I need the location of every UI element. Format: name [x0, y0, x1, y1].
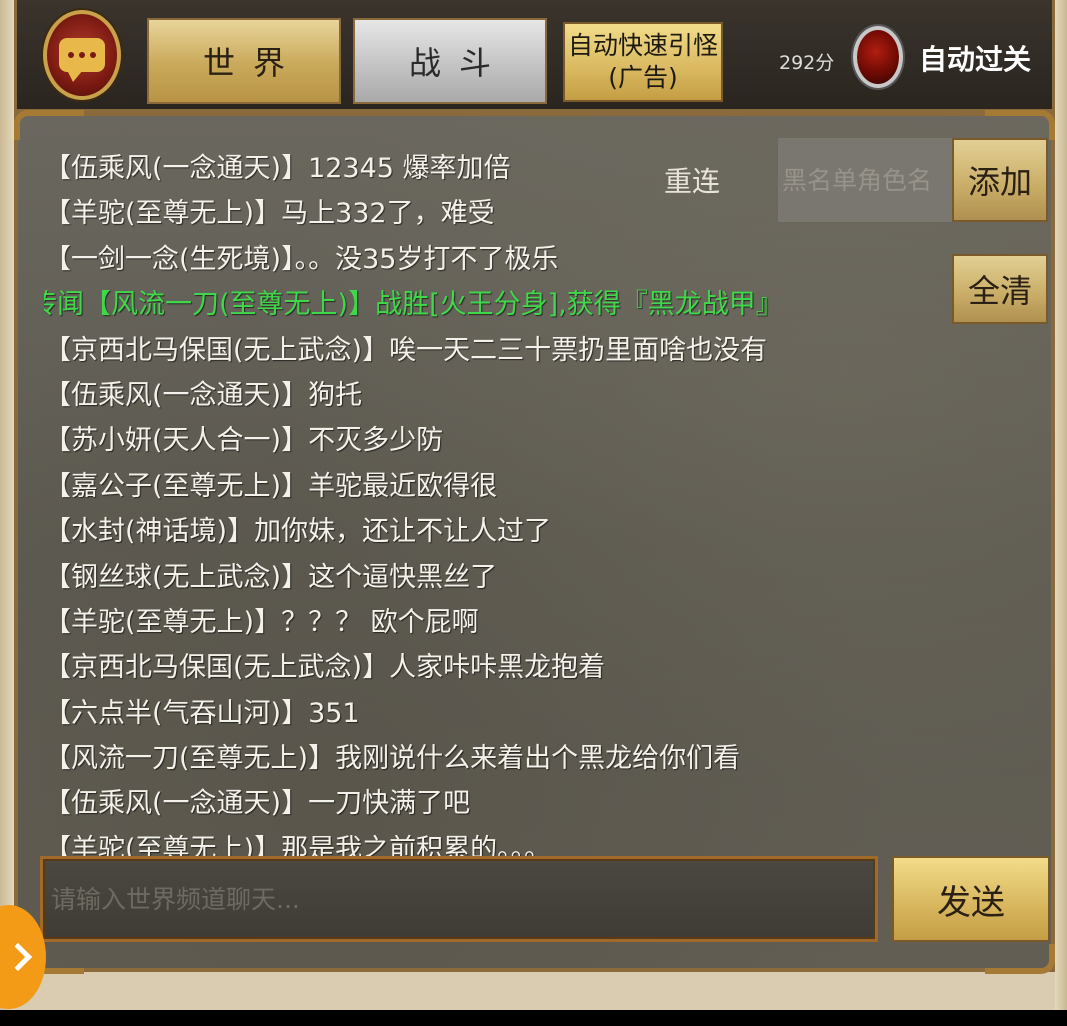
chat-bubble-glyph — [59, 38, 105, 82]
auto-lure-label: 自动快速引怪 — [567, 31, 718, 60]
auto-pass-label[interactable]: 自动过关 — [919, 38, 1031, 78]
system-message: 传闻【风流一刀(至尊无上)】战胜[火王分身],获得『黑龙战甲』 — [44, 289, 783, 321]
frame-left-edge — [0, 0, 14, 1010]
red-record-button-icon[interactable] — [853, 26, 903, 88]
chat-message: 【羊驼(至尊无上)】？？？ 欧个屁啊 — [44, 606, 479, 638]
score-value: 292分 — [779, 52, 835, 74]
tab-battle[interactable]: 战斗 — [353, 18, 547, 104]
send-button[interactable]: 发送 — [892, 856, 1050, 942]
chat-message: 【一剑一念(生死境)】。。没35岁打不了极乐 — [44, 243, 559, 275]
chat-message: 【水封(神话境)】加你妹，还让不让人过了 — [44, 516, 552, 548]
bottom-bar — [0, 1010, 1067, 1026]
chevron-right-icon — [3, 942, 33, 972]
chat-bubble-icon[interactable] — [43, 10, 121, 100]
frame-right-edge — [1055, 0, 1067, 1010]
corner-ornament — [985, 944, 1055, 974]
channel-bar: 世界 战斗 自动快速引怪 (广告) 292分 自动过关 — [14, 0, 1055, 112]
reconnect-button[interactable]: 重连 — [664, 160, 720, 200]
chat-message: 【伍乘风(一念通天)】狗托 — [44, 379, 363, 411]
game-frame: 世界 战斗 自动快速引怪 (广告) 292分 自动过关 【伍乘风(一念通天)】1… — [0, 0, 1067, 1010]
auto-lure-ad-button[interactable]: 自动快速引怪 (广告) — [563, 22, 723, 102]
corner-ornament — [14, 110, 84, 140]
clear-all-button[interactable]: 全清 — [952, 254, 1048, 324]
blacklist-name-input[interactable] — [778, 138, 952, 222]
tab-world[interactable]: 世界 — [147, 18, 341, 104]
blacklist-add-button[interactable]: 添加 — [952, 138, 1048, 222]
chat-message: 【京西北马保国(无上武念)】人家咔咔黑龙抱着 — [44, 652, 606, 684]
chat-message: 【钢丝球(无上武念)】这个逼快黑丝了 — [44, 561, 498, 593]
corner-ornament — [985, 110, 1055, 140]
auto-lure-ad-label: (广告) — [608, 63, 678, 92]
chat-message-input[interactable] — [40, 856, 878, 942]
chat-message: 【苏小妍(天人合一)】不灭多少防 — [44, 425, 444, 457]
chat-message: 【羊驼(至尊无上)】那是我之前积累的。。。 — [44, 833, 552, 858]
chat-message: 【伍乘风(一念通天)】一刀快满了吧 — [44, 788, 471, 820]
chat-message: 【六点半(气吞山河)】351 — [44, 697, 360, 729]
chat-panel: 【伍乘风(一念通天)】12345 爆率加倍 【羊驼(至尊无上)】马上332了，难受… — [14, 110, 1055, 974]
chat-message: 【京西北马保国(无上武念)】唉一天二三十票扔里面啥也没有 — [44, 334, 768, 366]
chat-message: 【风流一刀(至尊无上)】我刚说什么来着出个黑龙给你们看 — [44, 743, 741, 775]
message-list[interactable]: 【伍乘风(一念通天)】12345 爆率加倍 【羊驼(至尊无上)】马上332了，难受… — [44, 146, 804, 858]
chat-message: 【嘉公子(至尊无上)】羊驼最近欧得很 — [44, 470, 498, 502]
